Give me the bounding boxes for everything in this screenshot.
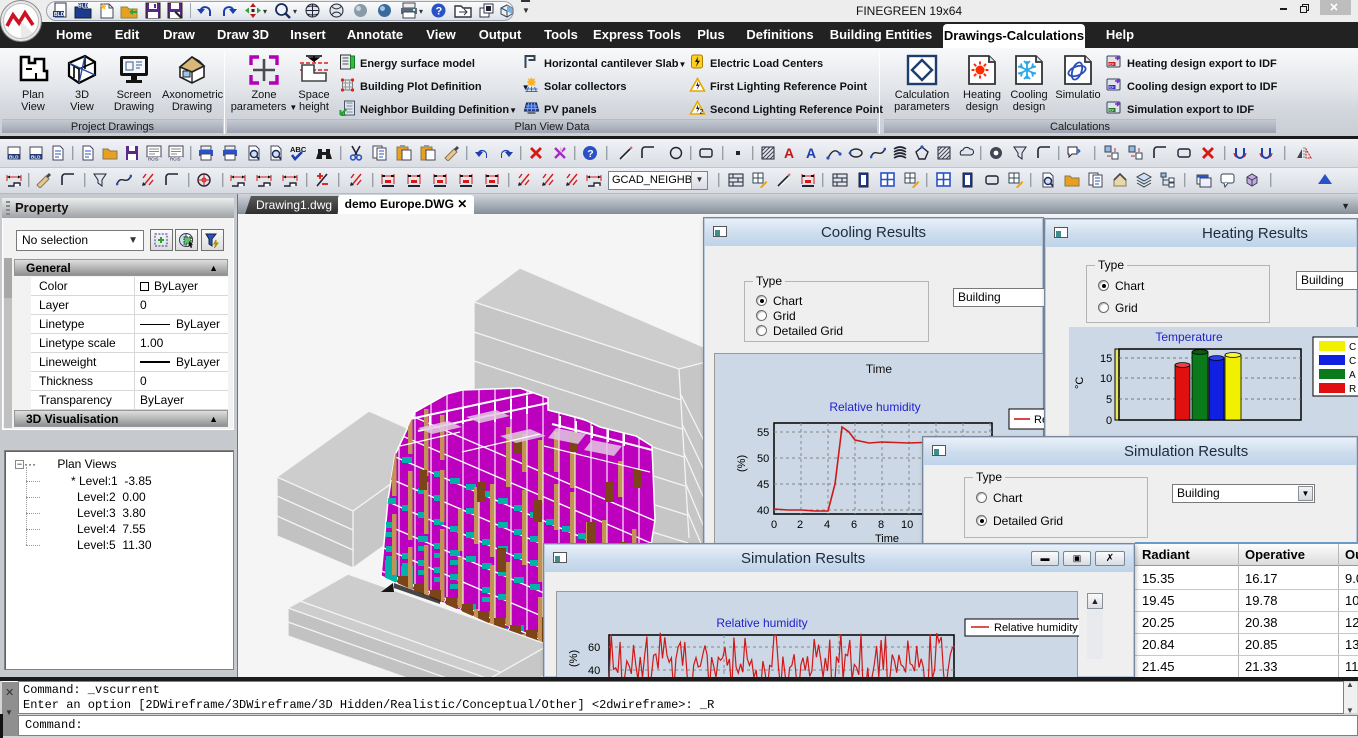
- svg-text:BLD: BLD: [54, 12, 65, 18]
- svg-text:4: 4: [824, 519, 830, 531]
- svg-text:40: 40: [757, 505, 769, 517]
- svg-text:C: C: [1349, 342, 1356, 353]
- svg-text:(%): (%): [568, 650, 580, 667]
- svg-text:2: 2: [797, 519, 803, 531]
- svg-text:45: 45: [757, 479, 769, 491]
- svg-text:60: 60: [588, 642, 600, 654]
- svg-text:IDF: IDF: [1109, 109, 1114, 113]
- svg-text:8: 8: [878, 519, 884, 531]
- svg-text:R: R: [1349, 384, 1356, 395]
- svg-text:°C: °C: [1074, 377, 1086, 389]
- svg-text:15: 15: [1100, 353, 1112, 365]
- svg-text:A: A: [1349, 370, 1356, 381]
- svg-text:▾: ▾: [263, 7, 267, 16]
- svg-text:5: 5: [1106, 394, 1112, 406]
- svg-text:10: 10: [1100, 373, 1112, 385]
- svg-text:0: 0: [771, 519, 777, 531]
- svg-text:6: 6: [851, 519, 857, 531]
- svg-text:0: 0: [1106, 415, 1112, 427]
- svg-text:10: 10: [901, 519, 913, 531]
- svg-text:50: 50: [757, 453, 769, 465]
- svg-text:Relative humidity: Relative humidity: [994, 622, 1078, 634]
- svg-text:▾: ▾: [419, 7, 423, 16]
- svg-text:IDF: IDF: [1109, 86, 1114, 90]
- svg-text:(%): (%): [736, 455, 748, 472]
- svg-text:IDF: IDF: [1109, 63, 1114, 67]
- svg-text:40: 40: [588, 665, 600, 677]
- svg-text:▾: ▾: [293, 7, 297, 16]
- svg-text:C: C: [1349, 356, 1356, 367]
- svg-text:BLD: BLD: [78, 4, 89, 10]
- svg-text:Re: Re: [1034, 414, 1044, 426]
- svg-text:2: 2: [700, 109, 704, 116]
- svg-text:?: ?: [436, 6, 443, 18]
- svg-text:55: 55: [757, 427, 769, 439]
